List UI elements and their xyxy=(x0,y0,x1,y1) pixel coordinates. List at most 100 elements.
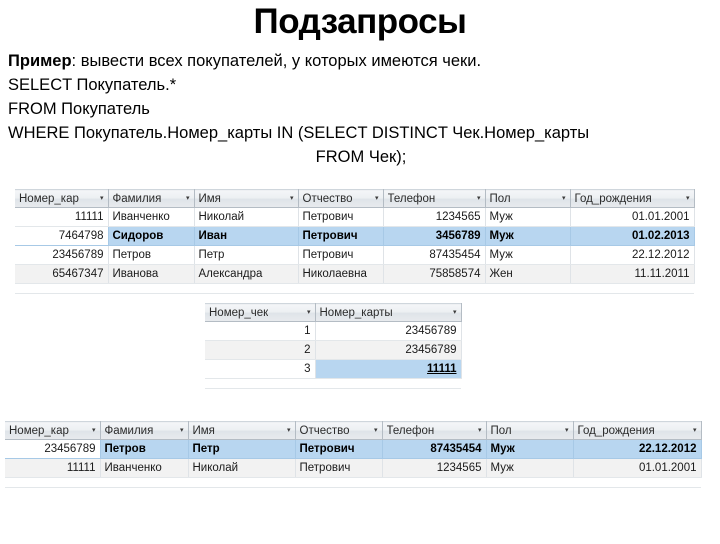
table-cell[interactable]: 01.02.2013 xyxy=(570,226,695,246)
table-row[interactable]: 11111 Иванченко Николай Петрович 1234565 Муж 0… xyxy=(5,458,702,478)
table-cell[interactable]: Петр xyxy=(194,245,299,265)
table-cell[interactable]: 11111 xyxy=(315,359,462,379)
chevron-down-icon[interactable]: ▾ xyxy=(369,427,378,434)
table-row[interactable]: 7464798 Сидоров Иван Петрович 3456789 Муж 01.0… xyxy=(15,226,695,246)
datasheet-result[interactable]: Номер_кар ▾ Фамилия ▾ Имя ▾ Отчество ▾ Телефон ▾ П… xyxy=(5,421,702,488)
column-header-7[interactable]: Год_рождения ▾ xyxy=(570,189,695,208)
table-row[interactable]: 23456789 Петров Петр Петрович 87435454 Муж 22.… xyxy=(15,245,695,265)
datasheet-checks-source[interactable]: Номер_чек ▾ Номер_карты ▾ 1 23456789 2 23456789… xyxy=(205,303,462,389)
table-cell[interactable]: 11111 xyxy=(15,207,109,227)
chevron-down-icon[interactable]: ▾ xyxy=(181,195,190,202)
table-cell[interactable]: 22.12.2012 xyxy=(573,439,702,459)
chevron-down-icon[interactable]: ▾ xyxy=(370,195,379,202)
column-header-4[interactable]: Отчество ▾ xyxy=(295,421,383,440)
new-record-row[interactable] xyxy=(205,379,461,389)
table-cell[interactable]: 11.11.2011 xyxy=(570,264,695,284)
chevron-down-icon[interactable]: ▾ xyxy=(282,427,291,434)
table-cell[interactable]: Муж xyxy=(485,226,571,246)
table-cell[interactable]: Петрович xyxy=(298,207,384,227)
table-cell[interactable]: Иван xyxy=(194,226,299,246)
table-cell[interactable]: Иванова xyxy=(108,264,195,284)
chevron-down-icon[interactable]: ▾ xyxy=(688,427,697,434)
table-cell[interactable]: 22.12.2012 xyxy=(570,245,695,265)
table-cell[interactable]: 11111 xyxy=(5,458,101,478)
query-line-1: SELECT Покупатель.* xyxy=(8,73,714,97)
table-cell[interactable]: 23456789 xyxy=(315,321,462,341)
table-row[interactable]: 1 23456789 xyxy=(205,321,462,341)
new-record-row[interactable] xyxy=(5,478,701,488)
table-cell[interactable]: 01.01.2001 xyxy=(573,458,702,478)
datasheet-customers-source[interactable]: Номер_кар ▾ Фамилия ▾ Имя ▾ Отчество ▾ Телефон ▾ П… xyxy=(15,189,695,294)
column-header-2[interactable]: Фамилия ▾ xyxy=(108,189,195,208)
table-cell[interactable]: 65467347 xyxy=(15,264,109,284)
chevron-down-icon[interactable]: ▾ xyxy=(87,427,96,434)
table-cell[interactable]: 23456789 xyxy=(15,245,109,265)
new-record-row[interactable] xyxy=(15,284,694,294)
column-header-label: Фамилия xyxy=(112,192,162,205)
column-header-label: Фамилия xyxy=(104,424,154,437)
column-header-4[interactable]: Отчество ▾ xyxy=(298,189,384,208)
column-header-1[interactable]: Номер_кар ▾ xyxy=(15,189,109,208)
table-cell[interactable]: 23456789 xyxy=(5,439,101,459)
table-cell[interactable]: Петров xyxy=(100,439,189,459)
chevron-down-icon[interactable]: ▾ xyxy=(285,195,294,202)
chevron-down-icon[interactable]: ▾ xyxy=(472,195,481,202)
table-cell[interactable]: Петрович xyxy=(295,458,383,478)
table-cell[interactable]: 23456789 xyxy=(315,340,462,360)
column-header-6[interactable]: Пол ▾ xyxy=(486,421,574,440)
chevron-down-icon[interactable]: ▾ xyxy=(557,195,566,202)
table-cell[interactable]: Александра xyxy=(194,264,299,284)
table-cell[interactable]: Петрович xyxy=(298,226,384,246)
table-cell[interactable]: 87435454 xyxy=(382,439,487,459)
table-cell[interactable]: Муж xyxy=(486,458,574,478)
column-header-2[interactable]: Номер_карты ▾ xyxy=(315,303,462,322)
column-header-label: Номер_карты xyxy=(319,306,393,319)
table-cell[interactable]: Муж xyxy=(486,439,574,459)
table-row[interactable]: 23456789 Петров Петр Петрович 87435454 Муж 22.… xyxy=(5,439,702,459)
column-header-1[interactable]: Номер_кар ▾ xyxy=(5,421,101,440)
table-row[interactable]: 2 23456789 xyxy=(205,340,462,360)
table-cell[interactable]: Иванченко xyxy=(108,207,195,227)
table-row[interactable]: 11111 Иванченко Николай Петрович 1234565 Муж 0… xyxy=(15,207,695,227)
table-cell[interactable]: 1234565 xyxy=(382,458,487,478)
table-cell[interactable]: 1234565 xyxy=(383,207,486,227)
column-header-3[interactable]: Имя ▾ xyxy=(188,421,296,440)
table-cell[interactable]: Петрович xyxy=(298,245,384,265)
table-cell[interactable]: Муж xyxy=(485,245,571,265)
column-header-6[interactable]: Пол ▾ xyxy=(485,189,571,208)
table-cell[interactable]: 3456789 xyxy=(383,226,486,246)
chevron-down-icon[interactable]: ▾ xyxy=(473,427,482,434)
table-row[interactable]: 65467347 Иванова Александра Николаевна 75858… xyxy=(15,264,695,284)
table-cell[interactable]: Николай xyxy=(194,207,299,227)
table-cell[interactable]: 3 xyxy=(205,359,316,379)
chevron-down-icon[interactable]: ▾ xyxy=(681,195,690,202)
table-cell[interactable]: Петров xyxy=(108,245,195,265)
chevron-down-icon[interactable]: ▾ xyxy=(560,427,569,434)
table-cell[interactable]: 87435454 xyxy=(383,245,486,265)
table-cell[interactable]: 01.01.2001 xyxy=(570,207,695,227)
column-header-5[interactable]: Телефон ▾ xyxy=(382,421,487,440)
table-cell[interactable]: Николай xyxy=(188,458,296,478)
table-row[interactable]: 3 11111 xyxy=(205,359,462,379)
chevron-down-icon[interactable]: ▾ xyxy=(302,309,311,316)
column-header-5[interactable]: Телефон ▾ xyxy=(383,189,486,208)
column-header-3[interactable]: Имя ▾ xyxy=(194,189,299,208)
table-cell[interactable]: 2 xyxy=(205,340,316,360)
chevron-down-icon[interactable]: ▾ xyxy=(95,195,104,202)
chevron-down-icon[interactable]: ▾ xyxy=(448,309,457,316)
table-cell[interactable]: Муж xyxy=(485,207,571,227)
table-cell[interactable]: 75858574 xyxy=(383,264,486,284)
table-cell[interactable]: 1 xyxy=(205,321,316,341)
table-cell[interactable]: Жен xyxy=(485,264,571,284)
query-line-2-text: FROM Покупатель xyxy=(8,100,150,118)
table-cell[interactable]: Петрович xyxy=(295,439,383,459)
table-cell[interactable]: Сидоров xyxy=(108,226,195,246)
column-header-7[interactable]: Год_рождения ▾ xyxy=(573,421,702,440)
chevron-down-icon[interactable]: ▾ xyxy=(175,427,184,434)
table-cell[interactable]: Петр xyxy=(188,439,296,459)
table-cell[interactable]: 7464798 xyxy=(15,226,109,246)
column-header-1[interactable]: Номер_чек ▾ xyxy=(205,303,316,322)
table-cell[interactable]: Иванченко xyxy=(100,458,189,478)
column-header-2[interactable]: Фамилия ▾ xyxy=(100,421,189,440)
table-cell[interactable]: Николаевна xyxy=(298,264,384,284)
